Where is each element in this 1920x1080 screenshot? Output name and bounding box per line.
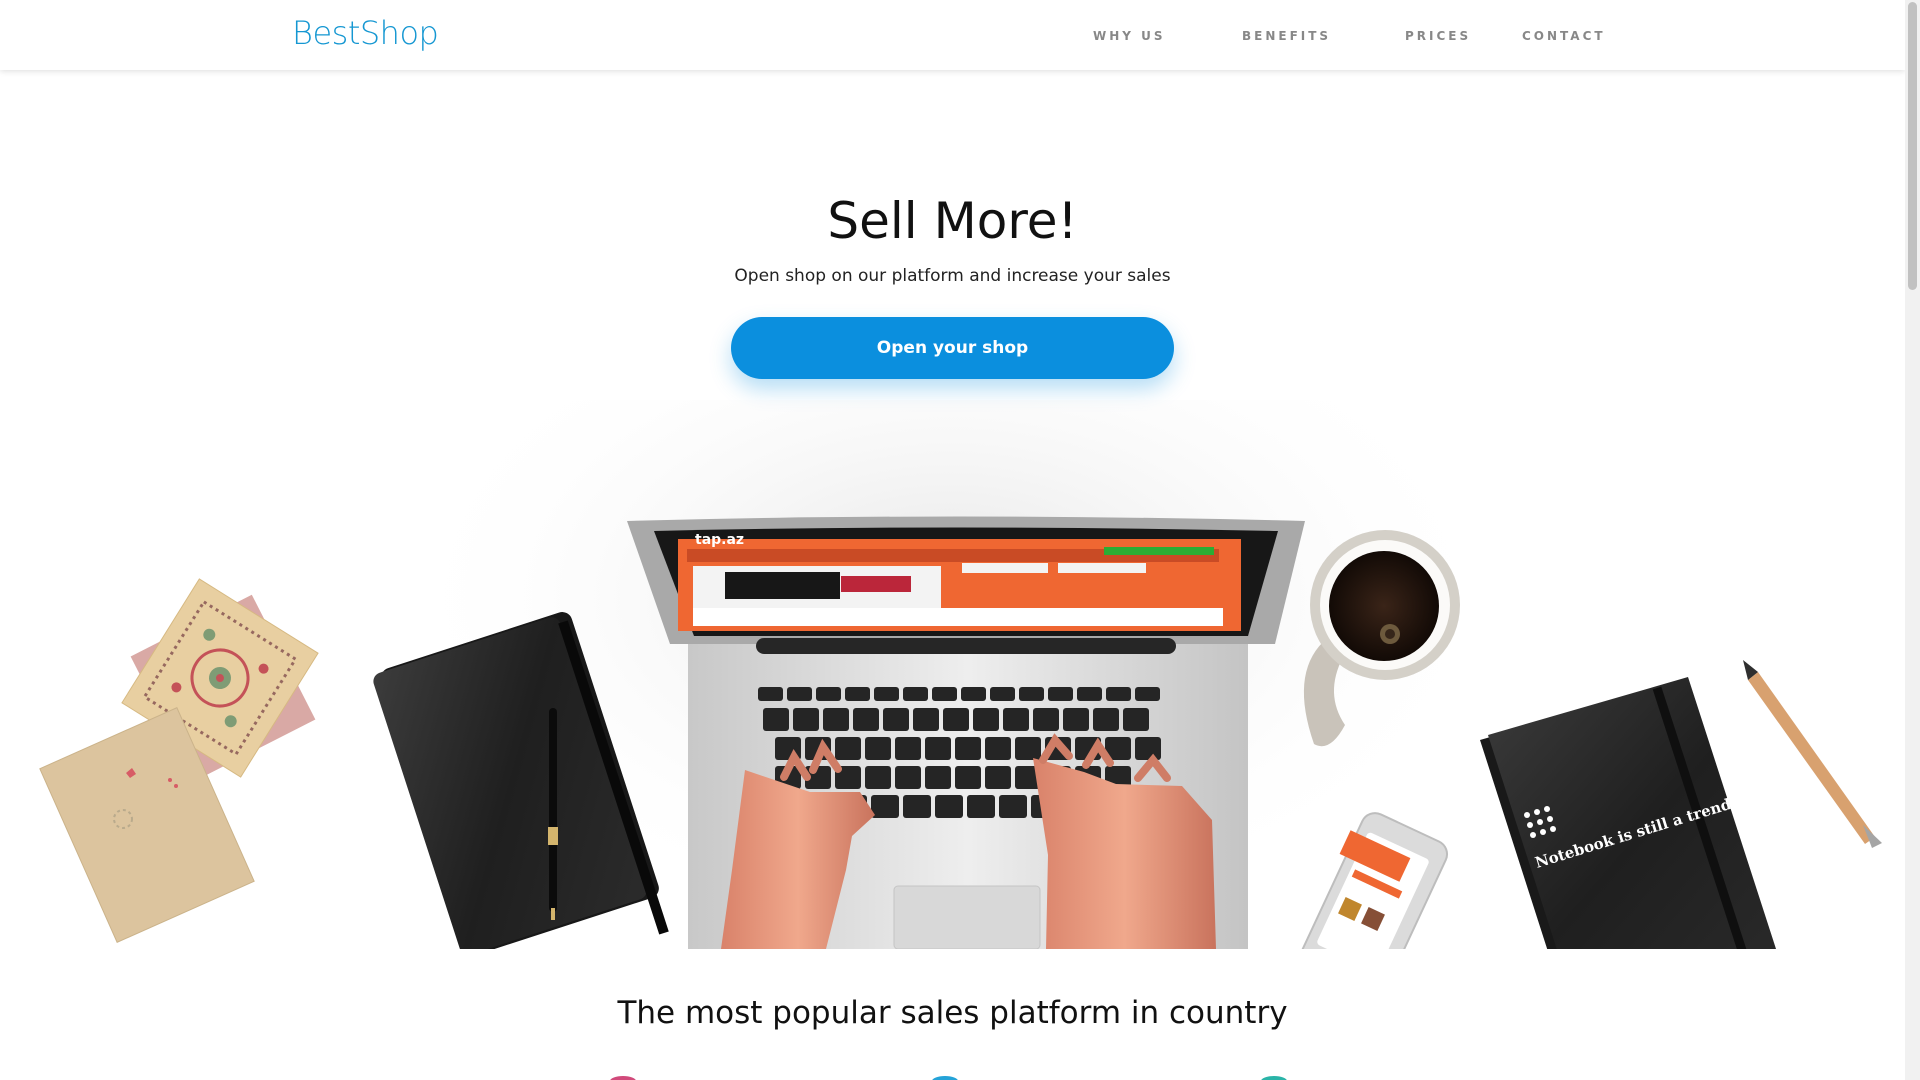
keyboard-key (932, 687, 957, 701)
keyboard-key (999, 795, 1027, 818)
nav-link-why-us[interactable]: WHY US (1093, 29, 1166, 43)
keyboard-key (1135, 737, 1161, 760)
black-notebook-right: Notebook is still a trend (1480, 677, 1777, 949)
keyboard-key (913, 708, 939, 731)
keyboard-key (985, 737, 1011, 760)
desk-hero-illustration: tap.az Notebook is still a trend (39, 400, 1882, 949)
keyboard-key (925, 766, 951, 789)
top-navigation-bar: BestShop WHY US BENEFITS PRICES CONTACT (0, 0, 1905, 70)
keyboard-key (874, 687, 899, 701)
keyboard-key (935, 795, 963, 818)
brand-logo[interactable]: BestShop (292, 14, 439, 52)
keyboard-key (1019, 687, 1044, 701)
keyboard-key (895, 737, 921, 760)
open-shop-button[interactable]: Open your shop (731, 317, 1174, 379)
keyboard-key (1033, 708, 1059, 731)
keyboard-key (865, 766, 891, 789)
keyboard-key (1048, 687, 1073, 701)
hero-title: Sell More! (827, 192, 1078, 250)
keyboard-key (763, 708, 789, 731)
page-scrollbar[interactable] (1905, 0, 1920, 1080)
keyboard-key (903, 687, 928, 701)
feature-icon-partial (610, 1076, 636, 1080)
nav-link-benefits[interactable]: BENEFITS (1242, 29, 1331, 43)
keyboard-key (903, 795, 931, 818)
keyboard-key (985, 766, 1011, 789)
sticky-notes-stack (39, 578, 319, 943)
feature-icon-partial (932, 1076, 958, 1080)
page: BestShop WHY US BENEFITS PRICES CONTACT … (0, 0, 1905, 1080)
keyboard-key (1106, 687, 1131, 701)
keyboard-key (955, 766, 981, 789)
keyboard-key (853, 708, 879, 731)
keyboard-key (961, 687, 986, 701)
keyboard-key (835, 737, 861, 760)
pencil-icon (1743, 660, 1882, 848)
section-title: The most popular sales platform in count… (617, 995, 1288, 1031)
keyboard-key (845, 687, 870, 701)
keyboard-key (787, 687, 812, 701)
keyboard-key (1123, 708, 1149, 731)
keyboard-key (1077, 687, 1102, 701)
keyboard-key (871, 795, 899, 818)
keyboard-key (895, 766, 921, 789)
keyboard-key (1093, 708, 1119, 731)
keyboard-key (1003, 708, 1029, 731)
keyboard-key (816, 687, 841, 701)
nav-link-prices[interactable]: PRICES (1405, 29, 1471, 43)
hero-subtitle: Open shop on our platform and increase y… (734, 266, 1171, 286)
keyboard-key (883, 708, 909, 731)
keyboard-key (1063, 708, 1089, 731)
nav-link-contact[interactable]: CONTACT (1522, 29, 1606, 43)
keyboard-key (793, 708, 819, 731)
screen-site-logo: tap.az (695, 532, 744, 548)
keyboard-key (990, 687, 1015, 701)
keyboard-key (1015, 737, 1041, 760)
keyboard-key (973, 708, 999, 731)
feature-icon-partial (1261, 1076, 1287, 1080)
keyboard-key (967, 795, 995, 818)
keyboard-key (943, 708, 969, 731)
keyboard-key (823, 708, 849, 731)
keyboard-key (955, 737, 981, 760)
keyboard-key (865, 737, 891, 760)
keyboard-key (925, 737, 951, 760)
scrollbar-thumb[interactable] (1908, 2, 1917, 290)
keyboard-key (1135, 687, 1160, 701)
keyboard-key (758, 687, 783, 701)
